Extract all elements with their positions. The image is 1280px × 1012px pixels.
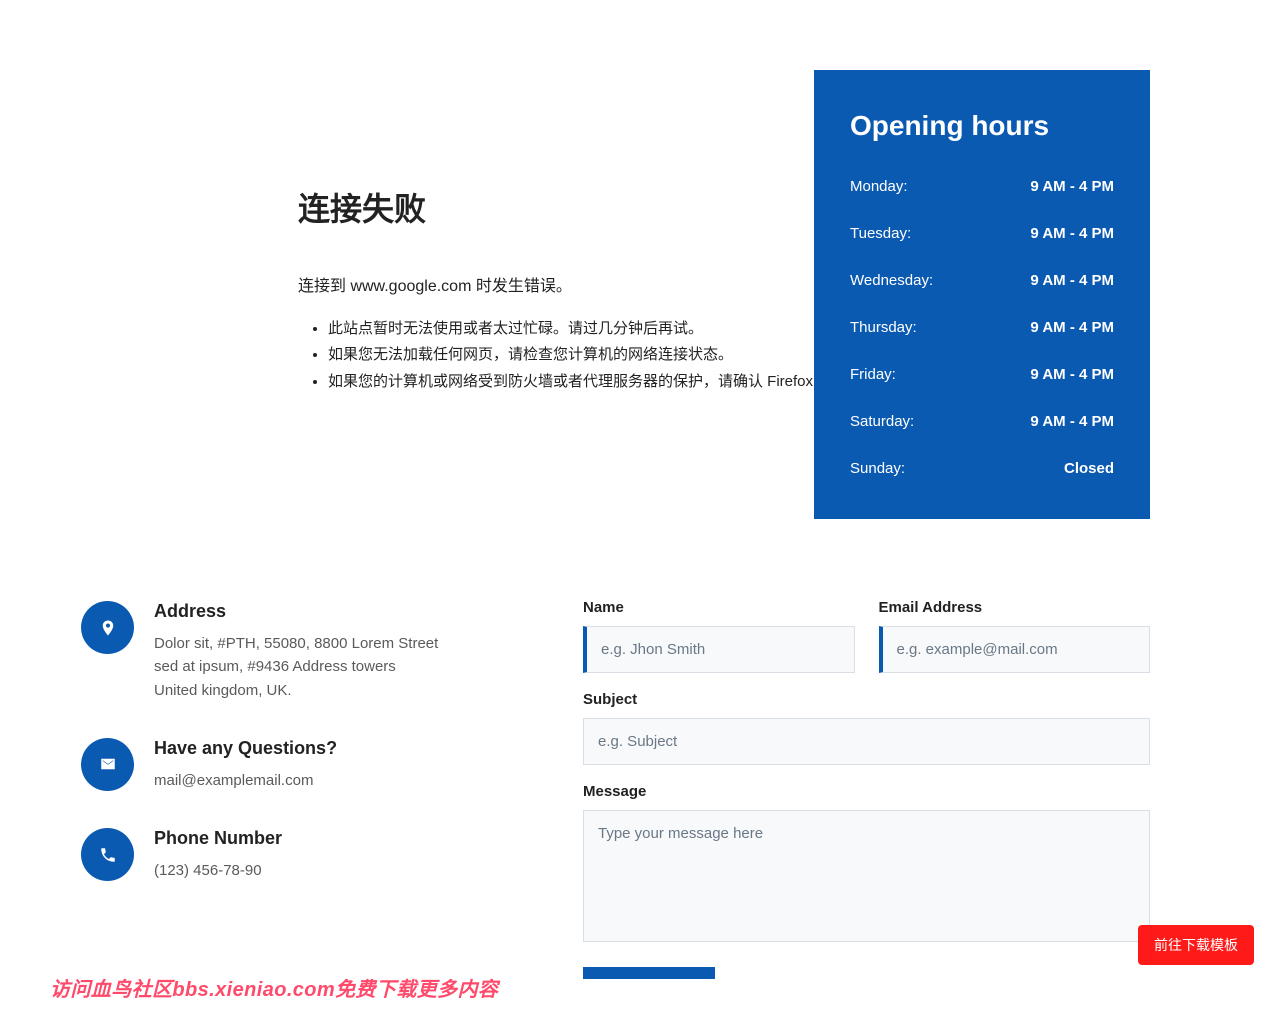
hours-row: Wednesday: 9 AM - 4 PM	[850, 272, 1114, 289]
download-template-button[interactable]: 前往下载模板	[1138, 925, 1254, 965]
address-block: Address Dolor sit, #PTH, 55080, 8800 Lor…	[81, 601, 551, 702]
phone-heading: Phone Number	[154, 828, 282, 849]
hours-time: 9 AM - 4 PM	[1030, 272, 1114, 289]
hours-day: Friday:	[850, 366, 896, 383]
hours-time: 9 AM - 4 PM	[1030, 178, 1114, 195]
address-line: United kingdom, UK.	[154, 682, 292, 699]
submit-button[interactable]	[583, 967, 715, 979]
phone-block: Phone Number (123) 456-78-90	[81, 828, 551, 882]
subject-field-wrap: Subject	[583, 691, 1150, 765]
phone-icon	[81, 828, 134, 881]
opening-hours-panel: Opening hours Monday: 9 AM - 4 PM Tuesda…	[814, 70, 1150, 519]
envelope-icon	[81, 738, 134, 791]
opening-hours-title: Opening hours	[850, 110, 1114, 142]
email-label: Email Address	[879, 599, 1151, 616]
contact-info: Address Dolor sit, #PTH, 55080, 8800 Lor…	[81, 601, 551, 882]
watermark-text: 访问血鸟社区bbs.xieniao.com免费下载更多内容	[50, 973, 498, 1002]
hours-row: Thursday: 9 AM - 4 PM	[850, 319, 1114, 336]
hours-day: Sunday:	[850, 460, 905, 477]
hours-time: 9 AM - 4 PM	[1030, 319, 1114, 336]
address-text: Address Dolor sit, #PTH, 55080, 8800 Lor…	[154, 601, 438, 702]
hours-time: 9 AM - 4 PM	[1030, 366, 1114, 383]
hours-day: Wednesday:	[850, 272, 933, 289]
message-field-wrap: Message	[583, 783, 1150, 947]
hours-row: Tuesday: 9 AM - 4 PM	[850, 225, 1114, 242]
phone-text: Phone Number (123) 456-78-90	[154, 828, 282, 882]
subject-input[interactable]	[583, 718, 1150, 765]
questions-email: mail@examplemail.com	[154, 769, 337, 792]
hours-row: Saturday: 9 AM - 4 PM	[850, 413, 1114, 430]
questions-text: Have any Questions? mail@examplemail.com	[154, 738, 337, 792]
contact-form: Name Email Address Subject Message	[583, 599, 1150, 979]
hours-day: Thursday:	[850, 319, 917, 336]
address-line: Dolor sit, #PTH, 55080, 8800 Lorem Stree…	[154, 635, 438, 652]
hours-day: Saturday:	[850, 413, 914, 430]
hours-time: 9 AM - 4 PM	[1030, 225, 1114, 242]
hours-time: 9 AM - 4 PM	[1030, 413, 1114, 430]
name-label: Name	[583, 599, 855, 616]
location-pin-icon	[81, 601, 134, 654]
hours-day: Tuesday:	[850, 225, 911, 242]
questions-heading: Have any Questions?	[154, 738, 337, 759]
subject-label: Subject	[583, 691, 1150, 708]
hours-row: Monday: 9 AM - 4 PM	[850, 178, 1114, 195]
hours-row: Sunday: Closed	[850, 460, 1114, 477]
message-label: Message	[583, 783, 1150, 800]
message-textarea[interactable]	[583, 810, 1150, 942]
hours-time: Closed	[1064, 460, 1114, 477]
email-input[interactable]	[879, 626, 1151, 673]
phone-value: (123) 456-78-90	[154, 859, 282, 882]
name-input[interactable]	[583, 626, 855, 673]
hours-day: Monday:	[850, 178, 908, 195]
questions-block: Have any Questions? mail@examplemail.com	[81, 738, 551, 792]
hours-row: Friday: 9 AM - 4 PM	[850, 366, 1114, 383]
address-line: sed at ipsum, #9436 Address towers	[154, 658, 396, 675]
email-field-wrap: Email Address	[879, 599, 1151, 673]
name-field-wrap: Name	[583, 599, 855, 673]
address-heading: Address	[154, 601, 438, 622]
